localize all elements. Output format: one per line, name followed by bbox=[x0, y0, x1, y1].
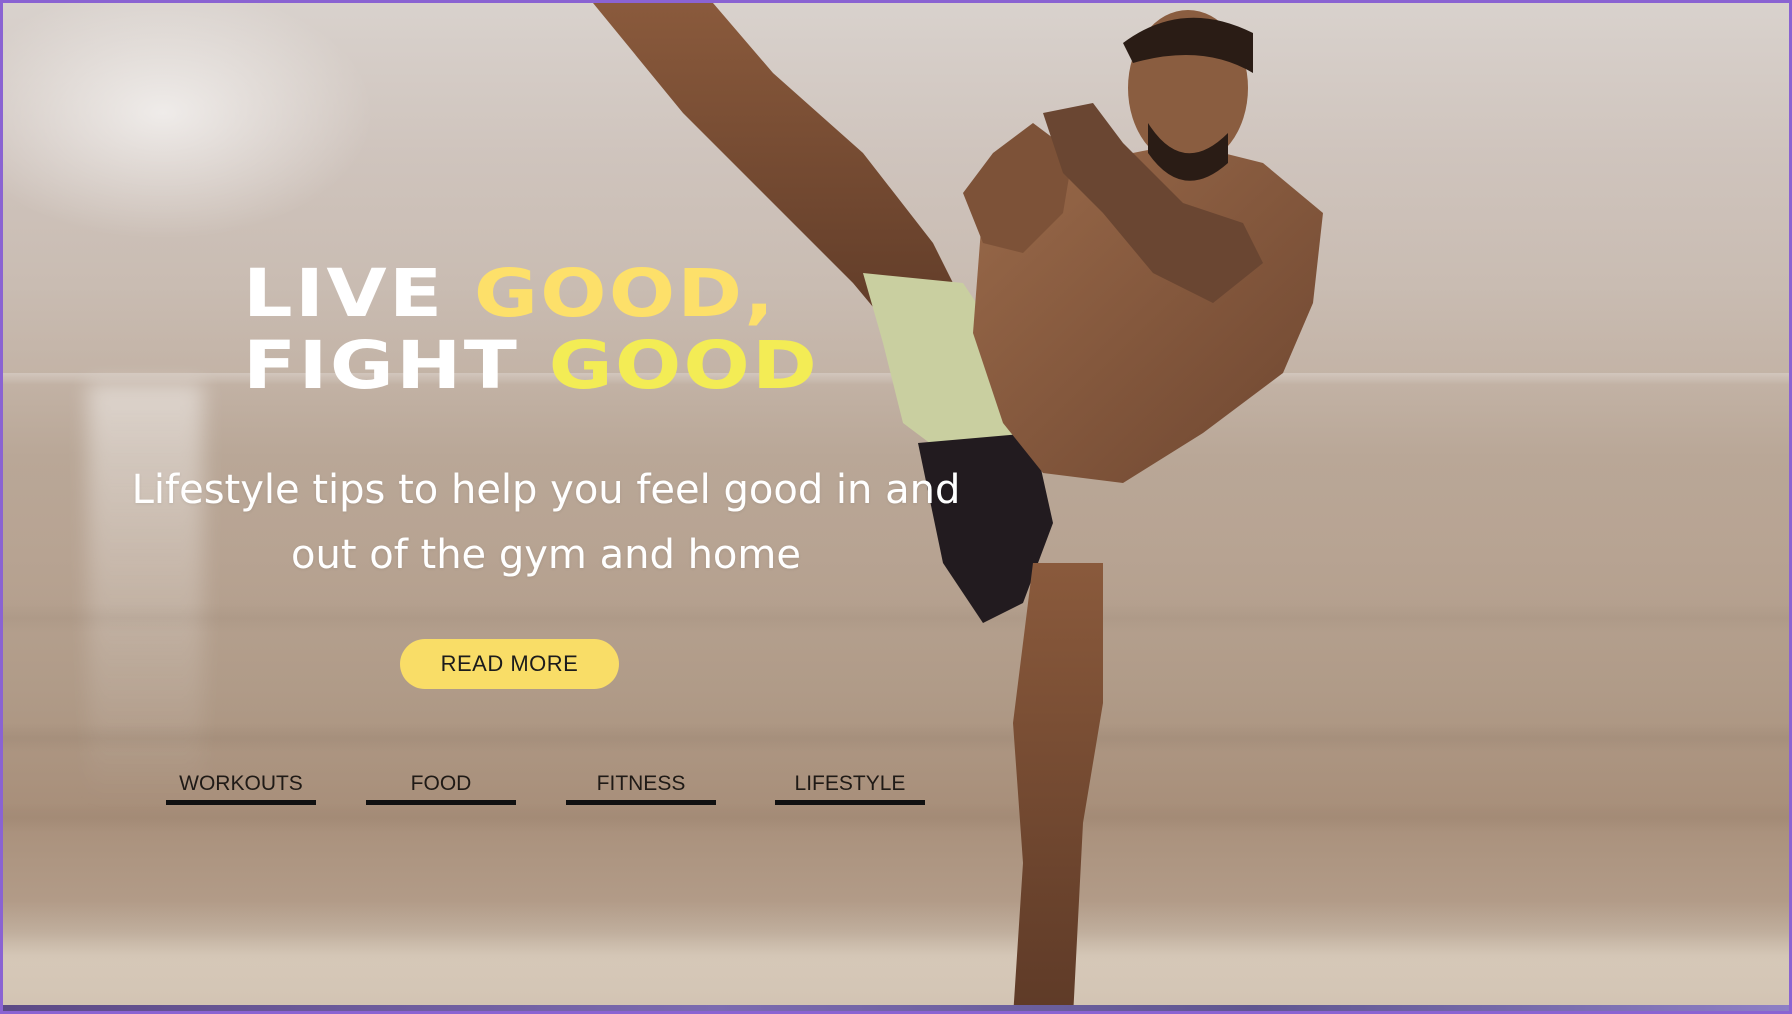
category-link-workouts[interactable]: WORKOUTS bbox=[166, 769, 316, 805]
category-link-fitness[interactable]: FITNESS bbox=[566, 769, 716, 805]
standing-leg bbox=[1013, 563, 1103, 1011]
page-frame: LIVE GOOD, FIGHT GOOD Lifestyle tips to … bbox=[0, 0, 1792, 1014]
hero-headline: LIVE GOOD, FIGHT GOOD bbox=[243, 258, 819, 402]
headline-line1-white: LIVE bbox=[243, 255, 475, 332]
category-link-food[interactable]: FOOD bbox=[366, 769, 516, 805]
bottom-strip bbox=[3, 1005, 1789, 1011]
headline-line2-accent: GOOD bbox=[548, 327, 820, 404]
headline-line1-accent: GOOD, bbox=[474, 255, 777, 332]
hero-subtitle: Lifestyle tips to help you feel good in … bbox=[131, 467, 961, 578]
category-link-lifestyle[interactable]: LIFESTYLE bbox=[775, 769, 925, 805]
read-more-button[interactable]: READ MORE bbox=[400, 639, 619, 689]
headline-line2-white: FIGHT bbox=[243, 327, 549, 404]
